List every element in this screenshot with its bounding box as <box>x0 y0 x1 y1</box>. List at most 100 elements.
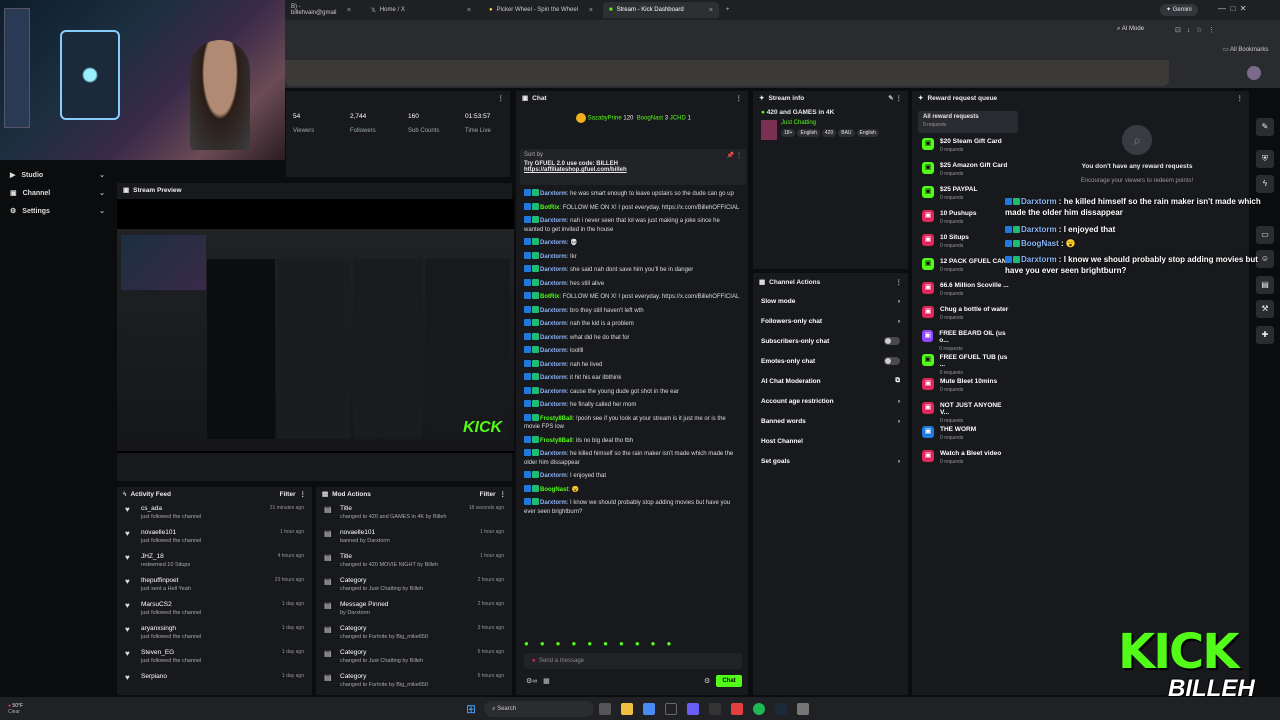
channel-action-2[interactable]: Subscribers-only chat <box>753 331 908 351</box>
activity-row[interactable]: ♥ thepuffinpoet just sent a Hell Yeah 23 ho… <box>117 573 312 597</box>
reward-item[interactable]: ▣ NOT JUST ANYONE V... 0 requests <box>912 399 1022 424</box>
chat-username[interactable]: Darxtorm <box>540 267 567 273</box>
chat-message[interactable]: Darxtorm: I enjoyed that <box>516 469 748 483</box>
explorer-icon[interactable] <box>621 702 634 715</box>
gemini-button[interactable]: ✦ Gemini <box>1160 4 1198 16</box>
more-icon[interactable]: ⋮ <box>498 94 505 102</box>
chat-username[interactable]: Darxtorm <box>540 254 567 260</box>
more-icon[interactable]: ⋮ <box>896 278 903 286</box>
windows-start-icon[interactable]: ⊞ <box>466 702 476 716</box>
chat-username[interactable]: Darxtorm <box>540 473 567 479</box>
taskview-icon[interactable] <box>599 702 612 715</box>
rail-wrench-icon[interactable]: ⚒ <box>1256 300 1274 318</box>
reward-item[interactable]: ▣ Mute Bleet 10mins 0 requests <box>912 375 1022 399</box>
chat-message[interactable]: Darxtorm: nah the kid is a problem <box>516 317 748 331</box>
chat-tools[interactable]: ⚙∞ ▦ <box>526 677 550 685</box>
mod-action-row[interactable]: ▤ Title changed to 420 MOVIE NIGHT by Bill… <box>316 549 512 573</box>
channel-action-4[interactable]: AI Chat Moderation ⧉ <box>753 371 908 391</box>
rail-puzzle-icon[interactable]: ✚ <box>1256 326 1274 344</box>
chat-username[interactable]: Darxtorm <box>540 375 567 381</box>
filter-button[interactable]: Filter <box>280 491 296 498</box>
activity-user[interactable]: JHZ_18 <box>141 553 164 560</box>
mod-action-row[interactable]: ▤ Title changed to 420 and GAMES in 4K by … <box>316 501 512 525</box>
reward-item[interactable]: ▣ $20 Steam Gift Card 0 requests <box>912 135 1022 159</box>
pinned-message[interactable]: Sort by 📌 ⋮ Try GFUEL 2.0 use code: BILL… <box>520 149 746 185</box>
chat-message-list[interactable]: Darxtorm: he was smart enough to leave u… <box>516 187 748 627</box>
tab-picker-wheel[interactable]: ● Picker Wheel - Spin the Wheel × <box>483 2 599 18</box>
activity-row[interactable]: ♥ aryanxsingh just followed the channel 1 d… <box>117 621 312 645</box>
terminal-icon[interactable] <box>709 702 722 715</box>
chat-message[interactable]: Darxtorm: bro they still haven't left wt… <box>516 304 748 318</box>
chat-username[interactable]: Darxtorm <box>540 451 567 457</box>
all-bookmarks-link[interactable]: ▭ All Bookmarks <box>1223 46 1268 53</box>
reward-item[interactable]: ▣ Watch a Bleet video 0 requests <box>912 447 1022 471</box>
chat-message[interactable]: Darxtorm: cause the young dude got shot … <box>516 385 748 399</box>
spotify-icon[interactable] <box>753 702 766 715</box>
activity-row[interactable]: ♥ Steven_EG just followed the channel 1 day… <box>117 645 312 669</box>
chat-username[interactable]: BotRix <box>540 205 559 211</box>
activity-user[interactable]: thepuffinpoet <box>141 577 178 584</box>
chat-message[interactable]: Darxtorm: he killed himself so the rain … <box>516 447 748 469</box>
chat-send-button[interactable]: Chat <box>716 675 742 687</box>
tab-gmail[interactable]: B) - billehvain@gmail × <box>285 2 357 18</box>
emoji-icon[interactable]: ● <box>532 658 536 664</box>
chat-message[interactable]: Frosty8Ball: its no big deal tho tbh <box>516 434 748 448</box>
pinned-link[interactable]: https://affiliateshop.gfuel.com/billeh <box>524 167 742 173</box>
pin-icon[interactable]: 📌 ⋮ <box>727 152 742 159</box>
reward-item[interactable]: ▣ FREE GFUEL TUB (us ... 0 requests <box>912 351 1022 376</box>
top-user-name[interactable]: SazabyPrine <box>588 116 622 122</box>
activity-user[interactable]: MarsuCS2 <box>141 601 172 608</box>
activity-user[interactable]: Steven_EG <box>141 649 174 656</box>
chat-message[interactable]: BotRix: FOLLOW ME ON X! I post everyday.… <box>516 201 748 215</box>
chat-username[interactable]: Darxtorm <box>540 240 567 246</box>
tab-kick-dashboard[interactable]: ■ Stream - Kick Dashboard × <box>603 2 719 18</box>
chat-username[interactable]: Darxtorm <box>540 402 567 408</box>
reward-item[interactable]: ▣ THE WORM 0 requests <box>912 423 1022 447</box>
more-icon[interactable]: ⋮ <box>736 94 743 102</box>
top-user-name[interactable]: BoogNast <box>637 116 663 122</box>
stream-tag[interactable]: 420 <box>821 129 837 137</box>
activity-row[interactable]: ♥ JHZ_18 redeemed 10 Situps 4 hours ago <box>117 549 312 573</box>
channel-action-5[interactable]: Account age restriction › <box>753 391 908 411</box>
chat-username[interactable]: Frosty8Ball <box>540 438 573 444</box>
mod-action-row[interactable]: ▤ Category changed to Just Chatting by Bil… <box>316 573 512 597</box>
chat-input[interactable]: ● Send a message <box>524 653 742 669</box>
discord-icon[interactable] <box>687 702 700 715</box>
close-icon[interactable]: × <box>347 7 351 14</box>
chat-message[interactable]: Darxtorm: Ikr <box>516 250 748 264</box>
chat-message[interactable]: Darxtorm: nah he lived <box>516 358 748 372</box>
mod-action-row[interactable]: ▤ Category changed to Just Chatting by Bil… <box>316 645 512 669</box>
filter-button[interactable]: Filter <box>480 491 496 498</box>
chat-username[interactable]: Frosty8Ball <box>540 416 573 422</box>
chat-message[interactable]: Darxtorm: what did he do that for <box>516 331 748 345</box>
chat-message[interactable]: Darxtorm: she said nah dont save him you… <box>516 263 748 277</box>
mod-action-row[interactable]: ▤ Category changed to Fortnite by Big_mike… <box>316 621 512 645</box>
channel-action-1[interactable]: Followers-only chat › <box>753 311 908 331</box>
all-rewards-filter[interactable]: All reward requests 0 requests <box>918 111 1018 133</box>
mod-action-row[interactable]: ▤ Category changed to Fortnite by Big_mike… <box>316 669 512 693</box>
rail-bolt-icon[interactable]: ϟ <box>1256 175 1274 193</box>
preview-video[interactable]: KICK <box>117 199 514 453</box>
emote-bar[interactable]: ●●●●●●●●●● <box>524 639 682 648</box>
chat-settings-icon[interactable]: ⚙ <box>704 677 710 685</box>
rail-edit-icon[interactable]: ✎ <box>1256 118 1274 136</box>
new-tab-button[interactable]: + <box>720 2 736 18</box>
sidebar-item-channel[interactable]: ▣ Channel ⌄ <box>0 184 115 202</box>
settings-icon[interactable] <box>797 702 810 715</box>
chat-message[interactable]: BoogNast: 😮 <box>516 483 748 497</box>
chat-username[interactable]: Darxtorm <box>540 308 567 314</box>
chat-message[interactable]: Darxtorm: he was smart enough to leave u… <box>516 187 748 201</box>
sidebar-item-settings[interactable]: ⚙ Settings ⌄ <box>0 202 115 220</box>
rail-grid-icon[interactable]: ▤ <box>1256 276 1274 294</box>
activity-user[interactable]: aryanxsingh <box>141 625 176 632</box>
app-icon[interactable] <box>731 702 744 715</box>
taskbar-search[interactable]: ⌕ Search <box>484 700 595 717</box>
reward-item[interactable]: ▣ $25 Amazon Gift Card 0 requests <box>912 159 1022 183</box>
sidebar-item-studio[interactable]: ▶ Studio ⌄ <box>0 166 115 184</box>
channel-action-0[interactable]: Slow mode › <box>753 291 908 311</box>
chat-message[interactable]: BotRix: FOLLOW ME ON X! I post everyday.… <box>516 290 748 304</box>
more-icon[interactable]: ⋮ <box>500 490 507 498</box>
chat-username[interactable]: Darxtorm <box>540 500 567 506</box>
stream-tag[interactable]: BAU <box>838 129 855 137</box>
chat-message[interactable]: Darxtorm: nah i never seen that lol was … <box>516 214 748 236</box>
